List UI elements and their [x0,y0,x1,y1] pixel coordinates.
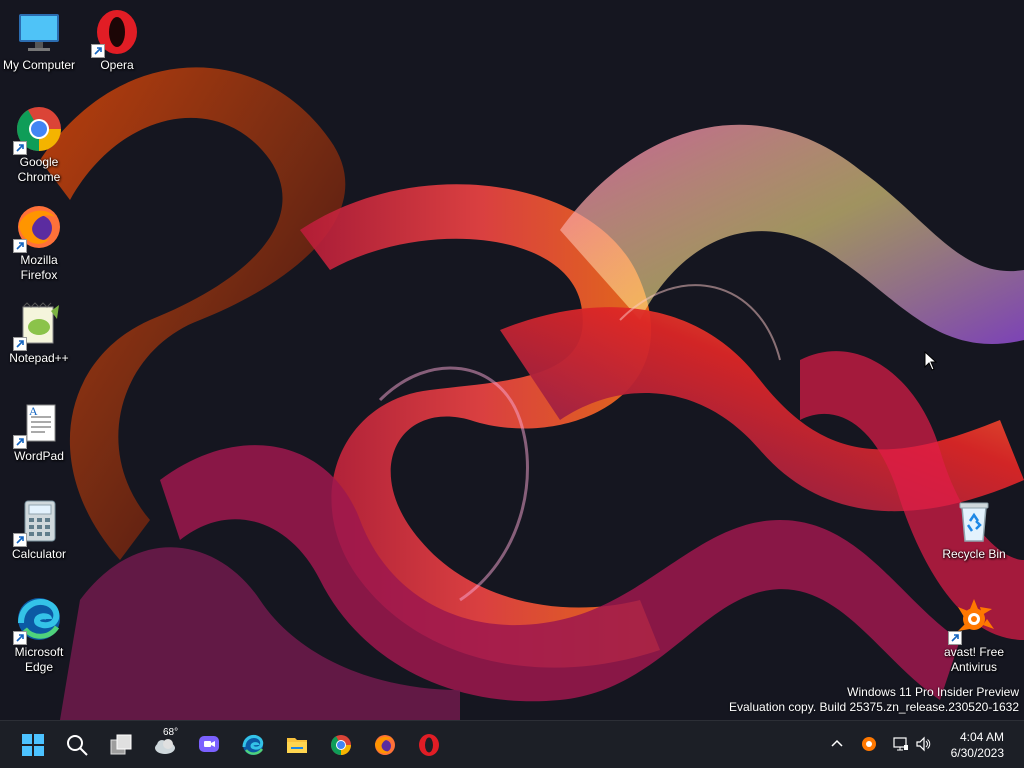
clock-time: 4:04 AM [959,730,1004,744]
desktop-icon-label: Recycle Bin [942,547,1006,561]
tray-avast[interactable] [858,733,880,755]
desktop-icon-label: Mozilla Firefox [20,253,58,282]
firefox-icon [13,203,63,253]
desktop-icon-recycle-bin[interactable]: Recycle Bin [936,497,1012,562]
tray-volume[interactable] [912,733,934,755]
search-button[interactable] [61,729,93,761]
avast-icon [948,595,998,645]
desktop-icon-label: avast! Free Antivirus [943,645,1005,674]
mouse-cursor-icon [924,351,938,371]
shortcut-arrow-icon [13,631,27,645]
taskbar-edge[interactable] [237,729,269,761]
avast-tray-icon [862,737,876,751]
desktop-icon-notepad-plus-plus[interactable]: Notepad++ [1,301,77,366]
firefox-icon [375,735,395,755]
desktop-icon-label: WordPad [14,449,64,463]
desktop-icon-label: Notepad++ [9,351,69,365]
shortcut-arrow-icon [13,533,27,547]
desktop-icon-mozilla-firefox[interactable]: Mozilla Firefox [1,203,77,283]
desktop-icon-microsoft-edge[interactable]: Microsoft Edge [1,595,77,675]
file-explorer-icon [287,738,307,753]
monitor-icon [15,8,63,56]
volume-icon [916,736,931,752]
watermark-edition: Windows 11 Pro Insider Preview [847,685,1019,699]
taskbar-chrome[interactable] [325,729,357,761]
edge-icon [242,735,264,755]
task-view-icon [110,734,132,755]
desktop-icon-label: Opera [100,58,134,72]
desktop-icon-google-chrome[interactable]: Google Chrome [1,105,77,185]
desktop-icon-opera[interactable]: Opera [79,8,155,73]
start-icon [22,734,44,756]
shortcut-arrow-icon [13,435,27,449]
shortcut-arrow-icon [13,239,27,253]
chrome-icon [330,735,351,755]
wallpaper [0,0,1024,720]
search-icon [67,735,88,756]
start-button[interactable] [17,729,49,761]
taskbar-clock[interactable]: 4:04 AM 6/30/2023 [951,729,1004,761]
svg-text:A: A [29,404,38,418]
desktop-icon-label: Google Chrome [17,155,61,184]
task-view-button[interactable] [105,729,137,761]
desktop-icon-avast-free-antivirus[interactable]: avast! Free Antivirus [936,595,1012,675]
shortcut-arrow-icon [13,337,27,351]
taskbar-file-explorer[interactable] [281,729,313,761]
chrome-icon [13,105,63,155]
taskbar-opera[interactable] [413,729,445,761]
desktop-icon-my-computer[interactable]: My Computer [1,8,77,73]
weather-widget[interactable]: 68° [149,727,181,761]
shortcut-arrow-icon [91,44,105,58]
teams-chat-icon [199,736,219,752]
desktop[interactable]: My Computer Opera Google Chrome Mozilla … [0,0,1024,720]
tray-network[interactable] [890,733,912,755]
opera-icon [91,8,141,58]
taskbar-firefox[interactable] [369,729,401,761]
watermark-build: Evaluation copy. Build 25375.zn_release.… [729,700,1019,714]
desktop-icon-label: My Computer [2,58,76,72]
calculator-icon [13,497,63,547]
desktop-icon-label: Calculator [11,547,67,561]
desktop-icon-calculator[interactable]: Calculator [1,497,77,562]
windows-watermark: Windows 11 Pro Insider Preview Evaluatio… [729,685,1019,715]
weather-temperature: 68° [163,727,179,738]
shortcut-arrow-icon [948,631,962,645]
desktop-icon-label: Microsoft Edge [14,645,64,674]
clock-date: 6/30/2023 [950,746,1004,760]
desktop-icon-wordpad[interactable]: A WordPad [1,399,77,464]
opera-icon [419,734,439,756]
teams-chat-button[interactable] [193,729,225,761]
notepadpp-icon [13,301,63,351]
chevron-up-icon [831,739,843,747]
taskbar: 68° 4:04 AM 6/30/2023 [0,720,1024,768]
edge-icon [13,595,63,645]
recycle-bin-icon [950,497,998,545]
network-icon [893,737,908,751]
wordpad-icon: A [13,399,63,449]
show-hidden-icons-button[interactable] [826,733,848,755]
shortcut-arrow-icon [13,141,27,155]
